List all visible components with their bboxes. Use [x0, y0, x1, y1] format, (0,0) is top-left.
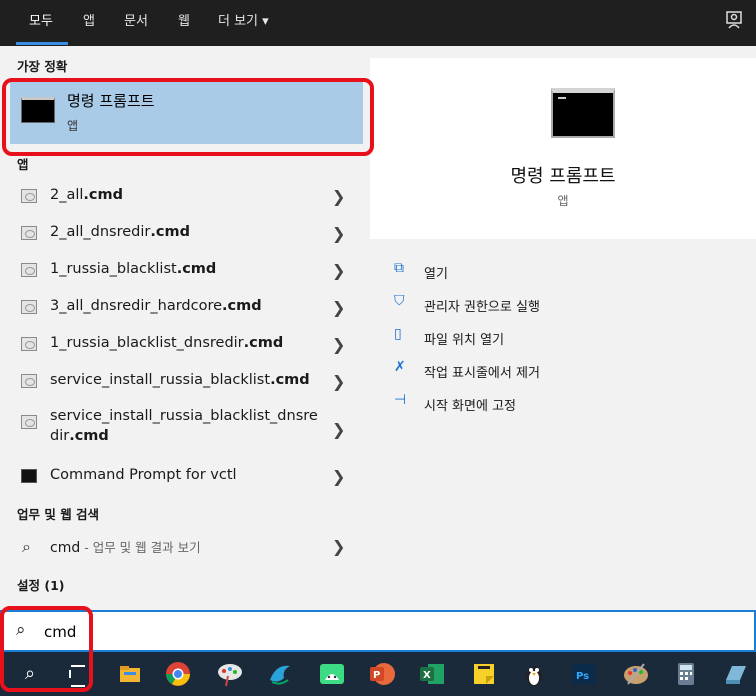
result-name: 2_all_dnsredir: [50, 224, 151, 240]
annotation-highlight-best-match: [2, 78, 374, 156]
tab-apps[interactable]: 앱: [83, 10, 95, 29]
result-item[interactable]: 1_russia_blacklist_dnsredir.cmd ❯: [10, 326, 363, 363]
preview-title: 명령 프롬프트: [510, 166, 616, 187]
chevron-right-icon[interactable]: ❯: [332, 537, 345, 556]
tab-all[interactable]: 모두: [29, 10, 53, 29]
result-name: 2_all: [50, 187, 84, 203]
cmd-file-icon: [21, 226, 37, 240]
settings-header[interactable]: 설정 (1): [17, 575, 64, 594]
active-tab-indicator: [16, 42, 68, 45]
taskbar: ⌕ P X Ps: [0, 652, 756, 696]
result-ext: .cmd: [150, 224, 190, 240]
result-ext: .cmd: [83, 187, 124, 203]
app-icon[interactable]: [720, 658, 752, 690]
command-prompt-icon: [551, 88, 615, 138]
annotation-highlight-search: [0, 606, 93, 692]
shield-icon: ⛉: [394, 293, 405, 309]
web-search-item[interactable]: ⌕ cmd - 업무 및 웹 결과 보기 ❯: [10, 528, 363, 565]
web-hint: - 업무 및 웹 결과 보기: [80, 540, 201, 555]
result-name: Command Prompt for vctl: [50, 467, 237, 483]
svg-text:Ps: Ps: [576, 671, 589, 682]
best-match-header: 가장 정확: [17, 59, 68, 74]
web-search-header: 업무 및 웹 검색: [17, 507, 100, 522]
file-explorer-icon[interactable]: [114, 658, 146, 690]
tab-more[interactable]: 더 보기 ▾: [218, 10, 269, 29]
result-ext: .cmd: [69, 428, 109, 444]
result-ext: .cmd: [243, 335, 284, 351]
feedback-icon[interactable]: [723, 9, 745, 31]
svg-text:P: P: [373, 670, 380, 681]
swift-icon[interactable]: [264, 658, 296, 690]
result-item[interactable]: 3_all_dnsredir_hardcore.cmd ❯: [10, 289, 363, 326]
chevron-right-icon[interactable]: ❯: [332, 335, 345, 354]
result-item[interactable]: service_install_russia_blacklist_dnsre d…: [10, 404, 363, 454]
result-ext: .cmd: [270, 372, 310, 388]
cmd-file-icon: [21, 337, 37, 351]
penguin-icon[interactable]: [518, 658, 550, 690]
result-name: 1_russia_blacklist_dnsredir: [50, 335, 244, 351]
cmd-file-icon: [21, 263, 37, 277]
cmd-file-icon: [21, 374, 37, 388]
result-item[interactable]: service_install_russia_blacklist.cmd ❯: [10, 363, 363, 400]
svg-text:X: X: [423, 670, 431, 681]
result-item[interactable]: 2_all.cmd ❯: [10, 178, 363, 215]
chevron-right-icon[interactable]: ❯: [332, 298, 345, 317]
web-query: cmd: [50, 540, 81, 556]
result-ext: .cmd: [176, 261, 217, 277]
chevron-right-icon[interactable]: ❯: [332, 224, 345, 243]
action-label: 열기: [424, 267, 448, 282]
result-ext: .cmd: [222, 298, 262, 314]
action-label: 작업 표시줄에서 제거: [424, 366, 540, 381]
preview-panel: 명령 프롬프트 앱 ⧉ 열기 ⛉ 관리자 권한으로 실행 ▯ 파일 위치 열기 …: [370, 46, 756, 610]
cmd-file-icon: [21, 189, 37, 203]
search-input[interactable]: [44, 623, 644, 641]
chevron-right-icon[interactable]: ❯: [332, 420, 345, 439]
chevron-right-icon[interactable]: ❯: [332, 467, 345, 486]
apps-header: 앱: [17, 157, 29, 172]
preview-subtitle: 앱: [557, 194, 569, 208]
result-name: 3_all_dnsredir_hardcore: [50, 298, 223, 314]
android-studio-icon[interactable]: [316, 658, 348, 690]
sticky-notes-icon[interactable]: [468, 658, 500, 690]
search-icon: ⌕: [22, 537, 31, 556]
result-item[interactable]: 1_russia_blacklist.cmd ❯: [10, 252, 363, 289]
result-item[interactable]: 2_all_dnsredir.cmd ❯: [10, 215, 363, 252]
search-scope-tabs: 모두 앱 문서 웹 더 보기 ▾: [0, 0, 756, 46]
powerpoint-icon[interactable]: P: [366, 658, 398, 690]
unpin-taskbar-icon: ✗: [394, 359, 406, 375]
result-name: service_install_russia_blacklist: [50, 372, 271, 388]
search-box[interactable]: ⌕: [0, 610, 756, 652]
calculator-icon[interactable]: [670, 658, 702, 690]
command-prompt-icon: [21, 469, 37, 483]
preview-header: 명령 프롬프트 앱: [370, 58, 756, 239]
cmd-file-icon: [21, 415, 37, 429]
excel-icon[interactable]: X: [416, 658, 448, 690]
chevron-right-icon[interactable]: ❯: [332, 372, 345, 391]
result-item[interactable]: Command Prompt for vctl ❯: [10, 458, 363, 495]
cmd-file-icon: [21, 300, 37, 314]
chevron-right-icon[interactable]: ❯: [332, 187, 345, 206]
open-icon: ⧉: [394, 260, 404, 276]
file-location-icon: ▯: [394, 326, 402, 342]
photoshop-icon[interactable]: Ps: [568, 658, 600, 690]
paint-icon[interactable]: [214, 658, 246, 690]
tab-documents[interactable]: 문서: [124, 10, 148, 29]
paint-palette-icon[interactable]: [620, 658, 652, 690]
tab-web[interactable]: 웹: [178, 10, 190, 29]
result-name: 1_russia_blacklist: [50, 261, 177, 277]
chevron-right-icon[interactable]: ❯: [332, 261, 345, 280]
action-label: 관리자 권한으로 실행: [424, 300, 540, 315]
pin-start-icon: ⊣: [394, 392, 407, 408]
action-label: 시작 화면에 고정: [424, 399, 516, 414]
chrome-icon[interactable]: [162, 658, 194, 690]
action-label: 파일 위치 열기: [424, 333, 505, 348]
